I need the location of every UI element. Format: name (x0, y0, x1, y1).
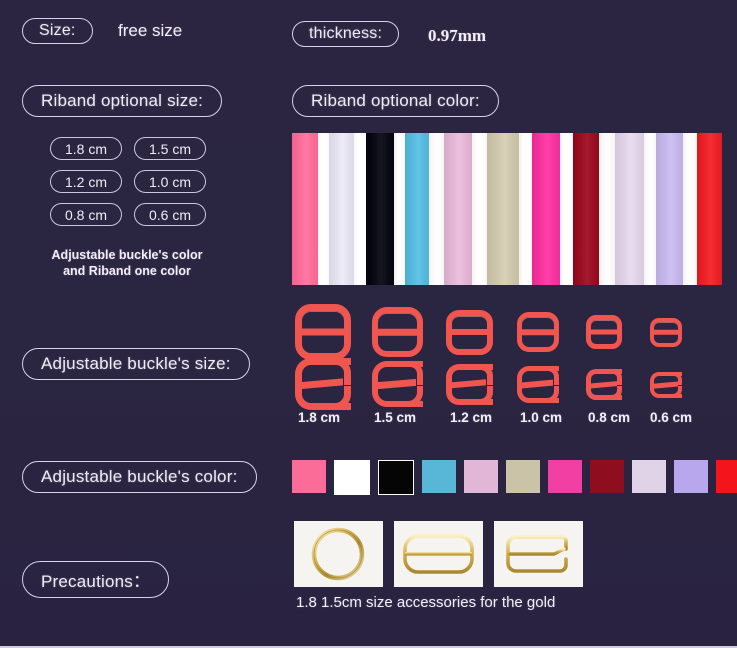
riband-band-white-9 (643, 133, 656, 285)
gold-accessory-photo-row (294, 521, 583, 587)
riband-band-pink (292, 133, 319, 285)
riband-band-orchid-pink (444, 133, 472, 285)
buckle-size-label-1-2: 1.2 cm (450, 410, 493, 425)
riband-band-black (366, 133, 394, 285)
buckle-center-bar (372, 328, 423, 336)
riband-band-white-2 (353, 133, 367, 285)
riband-band-white-7 (559, 133, 574, 285)
thickness-value: 0.97mm (428, 26, 487, 45)
hook-buckle-15cm (372, 361, 423, 407)
riband-band-white-6 (518, 133, 533, 285)
buckle-color-swatch-magenta[interactable] (548, 460, 582, 493)
buckle-center-bar (295, 328, 351, 336)
riband-size-option-1-0[interactable]: 1.0 cm (134, 170, 206, 193)
riband-size-option-0-6[interactable]: 0.6 cm (134, 203, 206, 226)
riband-band-white-8 (598, 133, 615, 285)
adjustable-buckle-size-heading: Adjustable buckle's size: (22, 348, 250, 380)
accessory-photo-hook-buckle (494, 521, 583, 587)
riband-band-sky-blue (405, 133, 429, 285)
slider-buckle-10cm (517, 312, 559, 352)
size-value: free size (118, 21, 183, 40)
precautions-heading: Precautions： (22, 561, 170, 598)
slider-buckle-15cm (372, 307, 423, 357)
riband-band-lavender-white (329, 133, 354, 285)
buckle-color-swatch-khaki[interactable] (506, 460, 540, 493)
buckle-size-label-1-8: 1.8 cm (298, 410, 341, 425)
buckle-color-swatch-row (292, 460, 737, 495)
riband-color-note: Adjustable buckle's color and Riband one… (36, 248, 218, 279)
buckle-center-bar (517, 329, 559, 335)
buckle-center-bar (650, 329, 682, 335)
accessory-photo-o-ring (294, 521, 383, 587)
riband-band-white-10 (682, 133, 697, 285)
riband-size-option-0-8[interactable]: 0.8 cm (50, 203, 122, 226)
size-label-pill: Size: (22, 18, 93, 44)
riband-band-light-lilac (614, 133, 644, 285)
hook-buckle-12cm (446, 363, 493, 405)
riband-size-option-1-2[interactable]: 1.2 cm (50, 170, 122, 193)
hook-buckle-10cm (517, 366, 559, 403)
buckle-color-swatch-pink[interactable] (292, 460, 326, 493)
o-ring-icon (311, 527, 365, 581)
buckle-size-label-0-6: 0.6 cm (650, 410, 693, 425)
accessory-photo-slider-buckle (394, 521, 483, 587)
riband-band-periwinkle (655, 133, 683, 285)
riband-band-khaki (487, 133, 519, 285)
riband-band-magenta (532, 133, 560, 285)
buckle-size-label-1-0: 1.0 cm (520, 410, 563, 425)
slider-buckle-12cm (446, 309, 493, 355)
buckle-size-label-1-5: 1.5 cm (374, 410, 417, 425)
riband-band-white-1 (318, 133, 330, 285)
slider-buckle-icon (403, 534, 474, 574)
hook-buckle-06cm (650, 371, 682, 399)
hook-buckle-18cm (295, 358, 351, 410)
buckle-color-swatch-light-lilac[interactable] (632, 460, 666, 493)
riband-color-note-line2: and Riband one color (63, 263, 191, 278)
accessory-caption: 1.8 1.5cm size accessories for the gold (296, 594, 556, 611)
hook-buckle-08cm (586, 369, 622, 401)
buckle-size-label-0-8: 0.8 cm (588, 410, 631, 425)
product-spec-panel: Size: free size thickness: 0.97mm Riband… (0, 0, 737, 646)
thickness-label-pill: thickness: (292, 21, 400, 47)
buckle-center-bar (446, 329, 493, 335)
slider-buckle-18cm (295, 304, 351, 360)
buckle-color-swatch-red[interactable] (716, 460, 737, 493)
riband-band-red (696, 133, 722, 285)
riband-band-white-4 (428, 133, 445, 285)
buckle-color-swatch-orchid-pink[interactable] (464, 460, 498, 493)
riband-optional-color-heading: Riband optional color: (292, 85, 499, 117)
buckle-color-swatch-periwinkle[interactable] (674, 460, 708, 493)
buckle-color-swatch-dark-red[interactable] (590, 460, 624, 493)
hook-buckle-icon (506, 535, 568, 573)
buckle-color-swatch-black[interactable] (378, 460, 414, 495)
slider-buckle-08cm (586, 315, 622, 349)
riband-color-note-line1: Adjustable buckle's color (51, 248, 203, 262)
riband-size-option-1-8[interactable]: 1.8 cm (50, 137, 122, 160)
buckle-center-bar (586, 329, 622, 335)
riband-band-white-3 (393, 133, 406, 285)
riband-band-dark-red (573, 133, 599, 285)
riband-optional-size-heading: Riband optional size: (22, 85, 223, 117)
riband-band-white-5 (471, 133, 488, 285)
buckle-color-swatch-white[interactable] (334, 460, 370, 495)
riband-color-strip (292, 133, 722, 285)
buckle-color-swatch-sky-blue[interactable] (422, 460, 456, 493)
riband-size-option-1-5[interactable]: 1.5 cm (134, 137, 206, 160)
slider-buckle-06cm (650, 317, 682, 347)
adjustable-buckle-color-heading: Adjustable buckle's color: (22, 461, 257, 493)
